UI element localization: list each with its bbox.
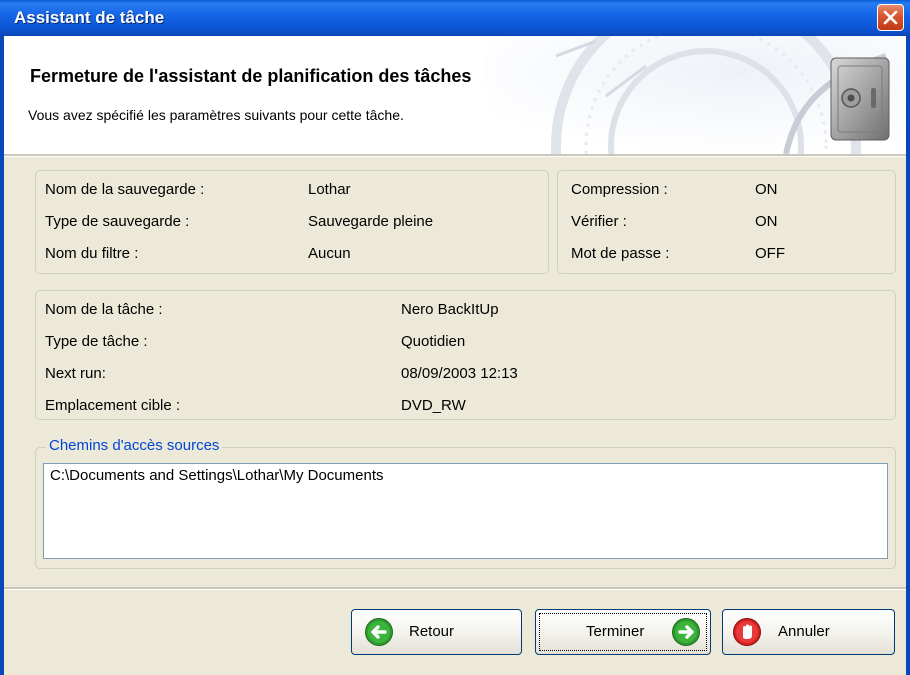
- backup-name-label: Nom de la sauvegarde :: [45, 181, 205, 198]
- back-button[interactable]: Retour: [351, 609, 522, 655]
- stop-hand-icon: [733, 618, 761, 646]
- compression-value: ON: [755, 181, 778, 198]
- backup-options-group: Compression : ON Vérifier : ON Mot de pa…: [557, 170, 896, 274]
- source-path-item[interactable]: C:\Documents and Settings\Lothar\My Docu…: [50, 467, 384, 484]
- safe-icon: [486, 36, 906, 154]
- backup-type-label: Type de sauvegarde :: [45, 213, 190, 230]
- close-icon: [883, 10, 898, 25]
- target-location-value: DVD_RW: [401, 397, 466, 414]
- target-location-label: Emplacement cible :: [45, 397, 181, 414]
- button-bar: Retour Terminer Annuler: [4, 590, 906, 675]
- verify-value: ON: [755, 213, 778, 230]
- source-paths-list[interactable]: C:\Documents and Settings\Lothar\My Docu…: [43, 463, 888, 559]
- task-type-value: Quotidien: [401, 333, 466, 350]
- backup-name-value: Lothar: [308, 181, 351, 198]
- task-wizard-window: Assistant de tâche Fermeture de l'assist…: [0, 0, 910, 675]
- back-button-label: Retour: [409, 623, 455, 640]
- finish-button[interactable]: Terminer: [535, 609, 711, 655]
- task-name-label: Nom de la tâche :: [45, 301, 163, 318]
- window-title: Assistant de tâche: [14, 8, 165, 27]
- next-run-label: Next run:: [45, 365, 106, 382]
- close-button[interactable]: [877, 4, 904, 31]
- arrow-right-icon: [672, 618, 700, 646]
- header-title: Fermeture de l'assistant de planificatio…: [30, 66, 472, 86]
- title-bar[interactable]: Assistant de tâche: [0, 0, 910, 36]
- finish-button-label: Terminer: [586, 623, 645, 640]
- cancel-button[interactable]: Annuler: [722, 609, 895, 655]
- filter-name-label: Nom du filtre :: [45, 245, 139, 262]
- task-info-group: Nom de la tâche : Nero BackItUp Type de …: [35, 290, 896, 420]
- arrow-left-icon: [365, 618, 393, 646]
- backup-type-value: Sauvegarde pleine: [308, 213, 434, 230]
- task-name-value: Nero BackItUp: [401, 301, 499, 318]
- compression-label: Compression :: [571, 181, 668, 198]
- window-border-right: [906, 36, 910, 675]
- header-subtitle: Vous avez spécifié les paramètres suivan…: [28, 107, 404, 123]
- password-value: OFF: [755, 245, 785, 262]
- source-paths-legend: Chemins d'accès sources: [46, 437, 223, 454]
- source-paths-group: Chemins d'accès sources C:\Documents and…: [35, 437, 896, 569]
- cancel-button-label: Annuler: [778, 623, 830, 640]
- next-run-value: 08/09/2003 12:13: [401, 365, 518, 382]
- wizard-header: Fermeture de l'assistant de planificatio…: [4, 36, 906, 154]
- backup-info-group: Nom de la sauvegarde : Lothar Type de sa…: [35, 170, 549, 274]
- task-type-label: Type de tâche :: [45, 333, 148, 350]
- summary-panel: Nom de la sauvegarde : Lothar Type de sa…: [4, 157, 906, 587]
- password-label: Mot de passe :: [571, 245, 670, 262]
- verify-label: Vérifier :: [571, 213, 627, 230]
- filter-name-value: Aucun: [308, 245, 351, 262]
